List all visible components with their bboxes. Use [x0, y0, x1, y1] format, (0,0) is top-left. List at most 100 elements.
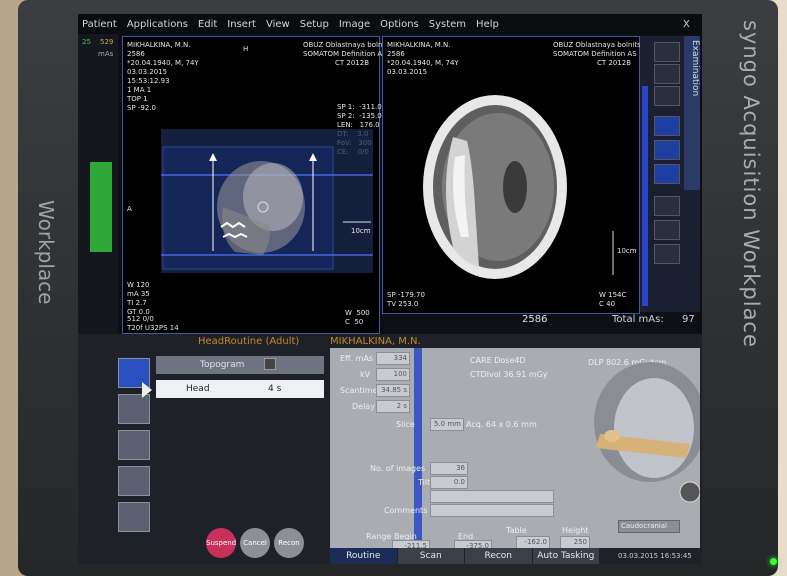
panel-scrollbar[interactable]: [642, 86, 648, 306]
scantime-label: Scantime: [340, 386, 378, 395]
panel-button-4[interactable]: [654, 196, 680, 216]
protocol-area: HeadRoutine (Adult) MIKHALKINA, M.N. Top…: [78, 334, 702, 564]
care-dose-label: CARE Dose4D: [470, 356, 526, 365]
scan-parameters-panel: Eff. mAs 334 kV 100 Scantime 34.85 s Del…: [330, 348, 700, 553]
slice-label: Slice: [396, 420, 415, 429]
ctdi-label: CTDIvol 36.91 mGy: [470, 370, 548, 379]
axial-ct-image: [423, 95, 614, 279]
eff-mas-field[interactable]: 334: [376, 352, 410, 365]
total-mas-label: Total mAs:: [612, 314, 664, 325]
menu-bar: Patient Applications Edit Insert View Se…: [78, 14, 702, 34]
direction-select[interactable]: Caudocranial: [618, 520, 680, 533]
bezel-brand-label: syngo Acquisition Workplace: [739, 20, 763, 348]
body-icon[interactable]: [118, 394, 150, 424]
workflow-tabs: Routine Scan Recon Auto Tasking: [330, 548, 600, 564]
screen: Patient Applications Edit Insert View Se…: [78, 14, 702, 564]
menu-view[interactable]: View: [266, 19, 290, 30]
menu-setup[interactable]: Setup: [300, 19, 329, 30]
topogram-image: [161, 129, 373, 273]
protocol-row-time: 4 s: [268, 384, 282, 394]
total-mas-value: 97: [682, 314, 695, 325]
scantime-field[interactable]: 34.85 s: [376, 384, 410, 397]
recon-button[interactable]: Recon: [274, 528, 304, 558]
protocol-row-topogram[interactable]: Topogram: [156, 356, 324, 374]
acq-text: Acq. 64 x 0.6 mm: [466, 420, 537, 429]
kv-field[interactable]: 100: [376, 368, 410, 381]
left-tool-column: 25 529 mAs: [78, 34, 118, 334]
parameter-indicator-bar: [414, 348, 422, 548]
bezel-left-label: Workplace: [34, 200, 58, 305]
delay-field[interactable]: 2 s: [376, 400, 410, 413]
panel-button-5[interactable]: [654, 220, 680, 240]
range-label: Range: [366, 532, 392, 541]
menu-help[interactable]: Help: [476, 19, 499, 30]
gantry-3d-view[interactable]: [570, 362, 700, 512]
tab-routine[interactable]: Routine: [330, 548, 398, 564]
axial-scale: 10cm: [617, 247, 637, 255]
protocol-title: HeadRoutine (Adult): [198, 336, 300, 347]
comments-label: Comments: [384, 506, 428, 515]
menu-patient[interactable]: Patient: [82, 19, 117, 30]
status-row: 2586 Total mAs: 97: [382, 312, 700, 328]
height-label: Height: [562, 526, 589, 535]
menu-options[interactable]: Options: [380, 19, 419, 30]
protocol-row-head[interactable]: Head 4 s: [156, 380, 324, 398]
topo-marker-a: A: [127, 205, 132, 213]
left-value-b: 529: [100, 38, 114, 46]
protocol-row-name: Head: [186, 384, 210, 394]
topogram-viewport[interactable]: MIKHALKINA, M.N. 2586 *20.04.1940, M, 74…: [122, 36, 395, 334]
menu-insert[interactable]: Insert: [227, 19, 256, 30]
topo-bottom-right: W 500 C 50: [345, 309, 370, 326]
contrast-icon[interactable]: [118, 430, 150, 460]
axial-viewport[interactable]: MIKHALKINA, M.N. 2586 *20.04.1940, M, 74…: [382, 36, 645, 314]
cancel-button[interactable]: Cancel: [240, 528, 270, 558]
menu-image[interactable]: Image: [339, 19, 370, 30]
tab-scan[interactable]: Scan: [397, 548, 465, 564]
kv-label: kV: [360, 370, 371, 379]
menu-applications[interactable]: Applications: [127, 19, 188, 30]
scan-button-3[interactable]: [654, 164, 680, 184]
axial-bottom-left: SP -179.70 TV 253.0: [387, 291, 425, 308]
protocol-row-name: Topogram: [200, 360, 245, 370]
protocol-list: Topogram Head 4 s: [142, 356, 324, 420]
images-label: No. of images: [370, 464, 426, 473]
protocol-patient-name: MIKHALKINA, M.N.: [330, 336, 421, 347]
tab-examination[interactable]: Examination: [684, 36, 700, 190]
close-icon[interactable]: x: [683, 16, 690, 30]
scan-button-2[interactable]: [654, 140, 680, 160]
topo-bottom-left: W 120 mA 35 TI 2.7 GT 0.0: [127, 281, 150, 316]
images-field[interactable]: 36: [430, 462, 468, 475]
menu-system[interactable]: System: [429, 19, 466, 30]
power-led: [770, 558, 777, 565]
suspend-button[interactable]: Suspend: [206, 528, 236, 558]
examination-panel: Examination: [640, 36, 700, 312]
tab-recon[interactable]: Recon: [465, 548, 533, 564]
dose-level-bar: [90, 162, 112, 252]
panel-button-2[interactable]: [654, 64, 680, 84]
topo-scale: 10cm: [351, 227, 371, 235]
tilt-field[interactable]: 0.0: [430, 476, 468, 489]
table-label: Table: [506, 526, 527, 535]
notes-field[interactable]: [430, 490, 554, 503]
slice-field[interactable]: 5.0 mm: [430, 418, 464, 431]
scan-button-1[interactable]: [654, 116, 680, 136]
panel-button-6[interactable]: [654, 244, 680, 264]
tab-auto-tasking[interactable]: Auto Tasking: [532, 548, 600, 564]
delay-label: Delay: [352, 402, 375, 411]
axial-bottom-right: W 154C C 40: [599, 291, 627, 308]
image-number: 2586: [522, 314, 548, 325]
topo-bottom-fov: 512 0/0 T20f U32PS 14: [127, 315, 179, 332]
table-icon[interactable]: [118, 466, 150, 496]
left-value-a: 25: [82, 38, 91, 46]
tilt-label: Tilt: [418, 478, 431, 487]
panel-button-1[interactable]: [654, 42, 680, 62]
play-icon: [142, 382, 152, 398]
eff-mas-label: Eff. mAs: [340, 354, 374, 363]
topogram-icon: [264, 358, 276, 370]
recon-icon[interactable]: [118, 502, 150, 532]
left-mas-label: mAs: [98, 50, 114, 58]
system-datetime: 03.03.2015 16:53:45: [618, 552, 692, 560]
comments-field[interactable]: [430, 504, 554, 517]
panel-button-3[interactable]: [654, 86, 680, 106]
menu-edit[interactable]: Edit: [198, 19, 217, 30]
